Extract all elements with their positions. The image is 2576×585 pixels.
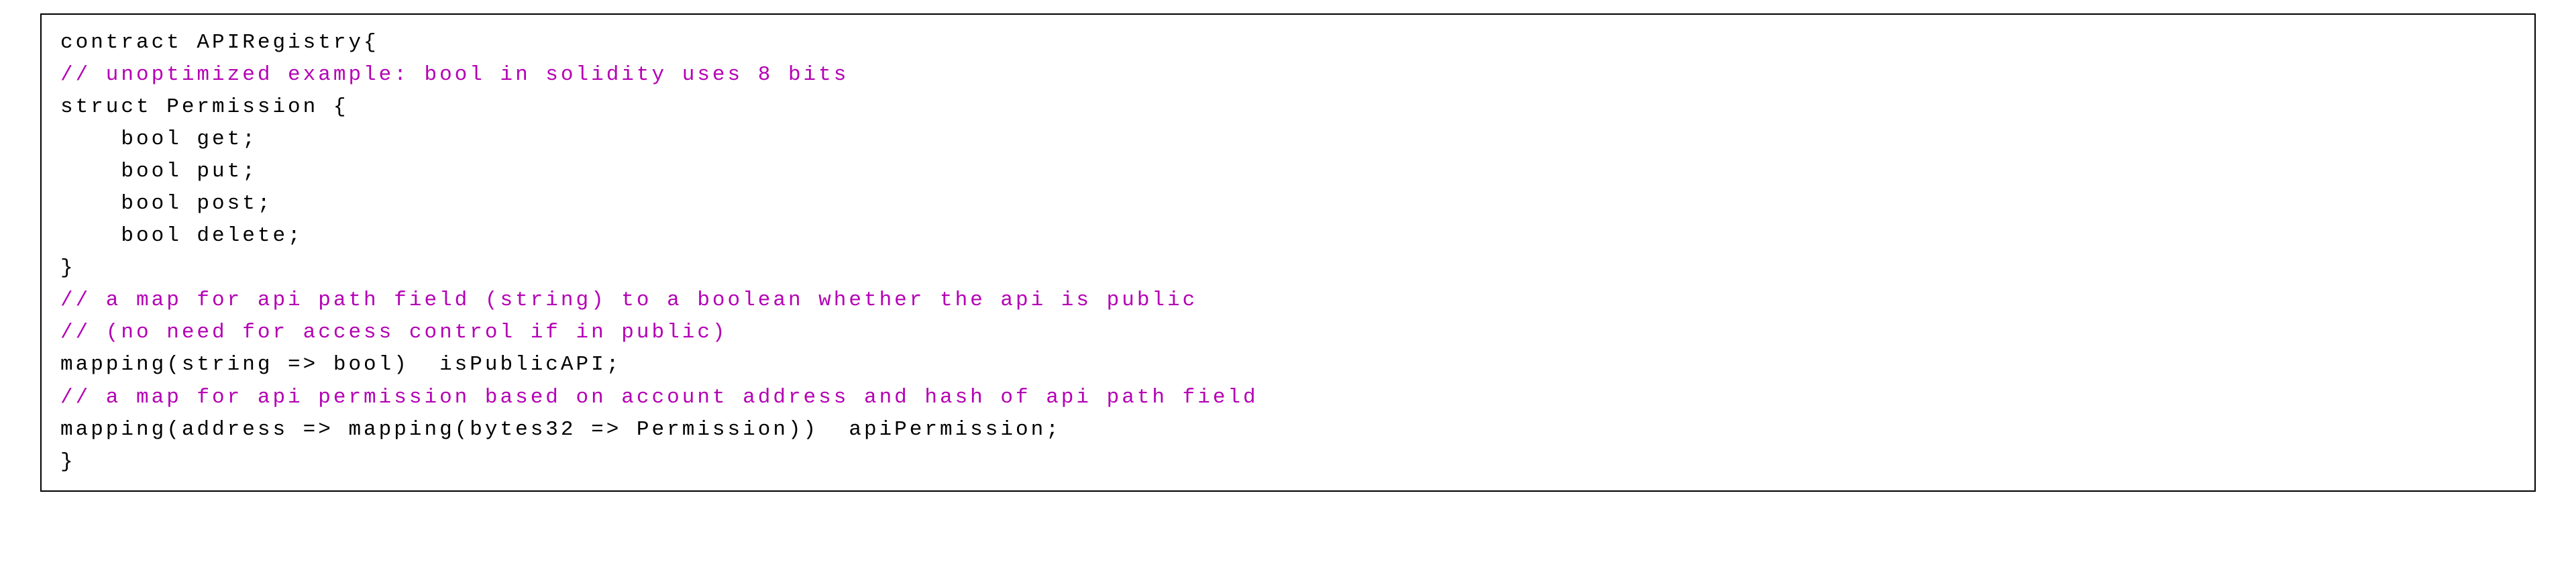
code-line: contract APIRegistry{ (60, 27, 2516, 59)
code-token: bool get; (121, 127, 257, 151)
code-token: contract APIRegistry{ (60, 31, 379, 54)
code-line: mapping(address => mapping(bytes32 => Pe… (60, 414, 2516, 446)
code-token: mapping(string => bool) isPublicAPI; (60, 353, 621, 376)
code-comment: // (no need for access control if in pub… (60, 321, 728, 344)
code-comment: // a map for api path field (string) to … (60, 288, 1197, 312)
code-token: struct Permission { (60, 95, 348, 119)
code-line: bool get; (60, 123, 2516, 156)
indent (60, 192, 121, 215)
code-line: } (60, 446, 2516, 478)
code-line: // (no need for access control if in pub… (60, 317, 2516, 349)
code-comment: // unoptimized example: bool in solidity… (60, 63, 849, 87)
indent (60, 127, 121, 151)
code-line: mapping(string => bool) isPublicAPI; (60, 349, 2516, 381)
code-line: bool put; (60, 156, 2516, 188)
code-line: // a map for api permission based on acc… (60, 382, 2516, 414)
code-line: } (60, 252, 2516, 284)
code-token: } (60, 450, 76, 474)
code-line: struct Permission { (60, 91, 2516, 123)
code-line: bool delete; (60, 220, 2516, 252)
indent (60, 160, 121, 183)
code-token: bool put; (121, 160, 257, 183)
indent (60, 224, 121, 248)
code-comment: // a map for api permission based on acc… (60, 386, 1258, 409)
code-line: bool post; (60, 188, 2516, 220)
code-token: bool post; (121, 192, 272, 215)
code-token: } (60, 256, 76, 280)
code-line: // unoptimized example: bool in solidity… (60, 59, 2516, 91)
code-listing: contract APIRegistry{ // unoptimized exam… (60, 27, 2516, 478)
code-listing-box: contract APIRegistry{ // unoptimized exam… (40, 13, 2536, 492)
code-token: mapping(address => mapping(bytes32 => Pe… (60, 418, 1061, 441)
code-line: // a map for api path field (string) to … (60, 284, 2516, 317)
code-token: bool delete; (121, 224, 303, 248)
